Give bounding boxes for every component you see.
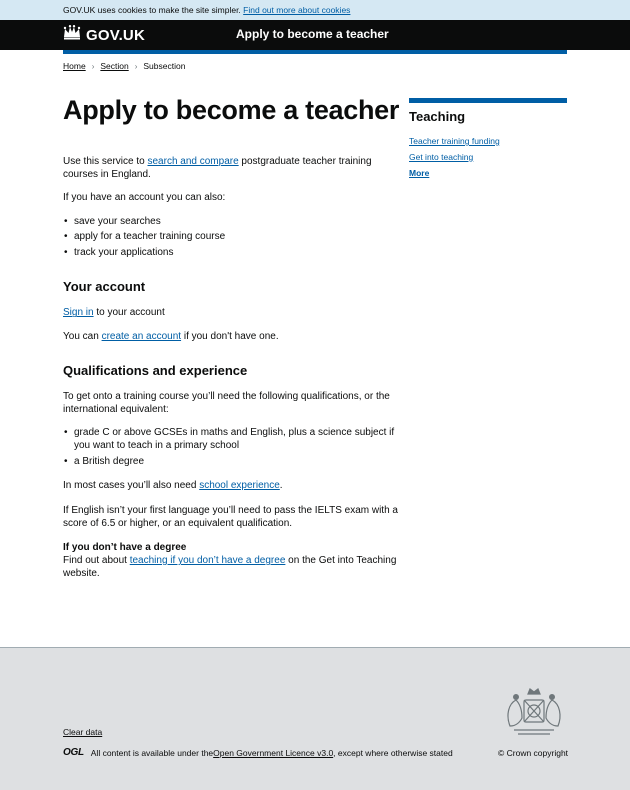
breadcrumb: Home › Section › Subsection: [63, 61, 185, 71]
school-experience-text-after: .: [279, 480, 283, 492]
search-and-compare-link[interactable]: search and compare: [147, 156, 238, 167]
school-experience-text-before: In most cases you’ll also need: [63, 480, 200, 492]
list-item: apply for a teacher training course: [63, 230, 398, 243]
service-name-link[interactable]: Apply to become a teacher: [236, 27, 389, 41]
header-blue-stripe: [63, 50, 567, 54]
licence-info: OGL All content is available under the O…: [63, 747, 453, 758]
no-degree-paragraph: Find out about teaching if you don’t hav…: [63, 554, 398, 580]
cookie-banner-text: GOV.UK uses cookies to make the site sim…: [63, 5, 241, 15]
school-experience-link[interactable]: school experience: [199, 480, 280, 491]
intro-text-before: Use this service to: [63, 156, 148, 167]
no-degree-heading: If you don’t have a degree: [63, 542, 187, 554]
school-experience-paragraph: In most cases you’ll also need school ex…: [63, 479, 398, 492]
cookie-banner: GOV.UK uses cookies to make the site sim…: [0, 0, 630, 20]
account-intro: If you have an account you can also:: [63, 192, 226, 204]
qualifications-heading: Qualifications and experience: [63, 362, 248, 378]
qualifications-list: grade C or above GCSEs in maths and Engl…: [63, 426, 398, 468]
sidebar-item: Teacher training funding: [409, 133, 567, 149]
sign-in-text: to your account: [93, 307, 165, 319]
site-header: GOV.UK Apply to become a teacher: [0, 20, 630, 50]
sidebar-item: Get into teaching: [409, 149, 567, 165]
breadcrumb-home[interactable]: Home: [63, 61, 86, 71]
sidebar-links: Teacher training funding Get into teachi…: [409, 133, 567, 181]
clear-data-link[interactable]: Clear data: [63, 727, 102, 737]
sidebar-item: More: [409, 165, 567, 181]
intro-paragraph: Use this service to search and compare p…: [63, 155, 398, 181]
crown-copyright-link[interactable]: © Crown copyright: [498, 748, 568, 758]
licence-text-before: All content is available under the: [90, 747, 214, 758]
more-link[interactable]: More: [409, 168, 429, 178]
logo-text: GOV.UK: [86, 26, 145, 44]
cookie-info-link[interactable]: Find out more about cookies: [243, 5, 350, 15]
sign-in-link[interactable]: Sign in: [63, 307, 94, 318]
chevron-right-icon: ›: [134, 61, 138, 71]
sidebar-heading: Teaching: [409, 109, 466, 124]
page-title: Apply to become a teacher: [63, 95, 400, 125]
licence-text-after: , except where otherwise stated: [333, 747, 453, 758]
create-account-paragraph: You can create an account if you don't h…: [63, 330, 398, 343]
your-account-heading: Your account: [63, 279, 146, 295]
ielts-paragraph: If English isn’t your first language you…: [63, 504, 398, 529]
open-government-licence-link[interactable]: Open Government Licence v3.0: [213, 748, 333, 758]
create-account-text-before: You can: [63, 330, 102, 342]
main-content: Use this service to search and compare p…: [63, 155, 398, 580]
breadcrumb-section[interactable]: Section: [100, 61, 128, 71]
list-item: save your searches: [63, 215, 398, 228]
qualifications-intro: To get onto a training course you’ll nee…: [63, 390, 390, 416]
teacher-training-funding-link[interactable]: Teacher training funding: [409, 136, 500, 146]
list-item: track your applications: [63, 246, 398, 259]
chevron-right-icon: ›: [91, 61, 95, 71]
create-account-link[interactable]: create an account: [102, 331, 182, 342]
no-degree-text-before: Find out about: [63, 555, 130, 567]
list-item: grade C or above GCSEs in maths and Engl…: [63, 426, 398, 452]
govuk-logo-link[interactable]: GOV.UK: [63, 25, 145, 45]
crown-icon: [63, 25, 81, 45]
create-account-text-after: if you don't have one.: [181, 330, 279, 342]
account-benefits-list: save your searches apply for a teacher t…: [63, 215, 398, 260]
sign-in-paragraph: Sign in to your account: [63, 306, 398, 319]
list-item: a British degree: [63, 455, 398, 468]
royal-coat-of-arms-icon: [500, 686, 568, 742]
ogl-logo-icon: OGL: [63, 747, 84, 758]
get-into-teaching-link[interactable]: Get into teaching: [409, 152, 473, 162]
teaching-without-degree-link[interactable]: teaching if you don’t have a degree: [130, 555, 286, 566]
site-footer: Clear data OGL All content is available …: [0, 647, 630, 790]
related-links-sidebar: Teaching Teacher training funding Get in…: [409, 98, 567, 181]
breadcrumb-subsection: Subsection: [143, 61, 186, 71]
